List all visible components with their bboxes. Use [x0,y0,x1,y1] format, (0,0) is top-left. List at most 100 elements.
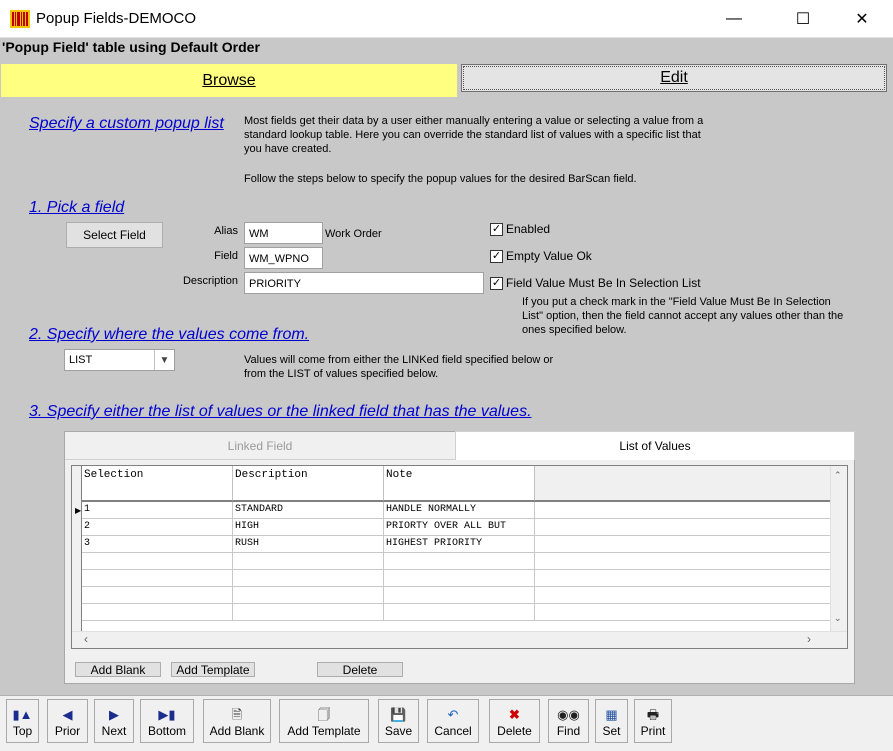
row-indicator-column: ▶ [72,466,82,632]
next-label: Next [101,724,127,738]
table-row[interactable] [82,553,831,570]
vertical-scrollbar[interactable]: ⌃ ⌄ [830,466,847,632]
print-button[interactable]: 🖶 Print [634,699,672,743]
add-blank-label: Add Blank [209,724,265,738]
template-icon: 🗍 [317,707,331,722]
tab-browse[interactable]: Browse [1,64,457,97]
cell-selection[interactable]: 3 [82,536,233,553]
must-be-in-list-label: Field Value Must Be In Selection List [506,276,701,290]
table-row[interactable]: 3 RUSH HIGHEST PRIORITY [82,536,831,553]
undo-icon: ↶ [447,707,459,722]
maximize-icon[interactable]: ☐ [780,0,826,38]
find-button[interactable]: ◉◉ Find [548,699,589,743]
window-title: Popup Fields-DEMOCO [36,10,197,27]
select-field-button[interactable]: Select Field [66,222,163,248]
delete-label: Delete [497,724,532,738]
set-filter-icon: ▦ [605,707,618,722]
values-tab-container: Linked Field List of Values ▶ Selection … [64,431,855,684]
last-record-icon: ▶▮ [158,707,176,722]
values-source-value: LIST [69,354,93,366]
field-label: Field [214,250,238,262]
table-row[interactable]: 2 HIGH PRIORTY OVER ALL BUT [82,519,831,536]
cell-description[interactable]: HIGH [233,519,384,536]
next-record-icon: ▶ [109,707,119,722]
set-label: Set [602,724,621,738]
print-label: Print [640,724,666,738]
column-header-selection[interactable]: Selection [82,466,233,501]
print-icon: 🖶 [646,707,660,722]
field-field[interactable]: WM_WPNO [244,247,323,269]
minimize-icon[interactable]: — [711,0,757,38]
description-field[interactable]: PRIORITY [244,272,484,294]
values-grid[interactable]: ▶ Selection Description Note 1 STANDARD … [71,465,848,649]
cell-note[interactable]: PRIORTY OVER ALL BUT [384,519,535,536]
prior-label: Prior [54,724,81,738]
cell-description[interactable]: RUSH [233,536,384,553]
intro-steps-text: Follow the steps below to specify the po… [244,173,637,185]
cell-note[interactable]: HIGHEST PRIORITY [384,536,535,553]
scroll-down-icon[interactable]: ⌄ [834,613,842,624]
must-be-in-list-note: If you put a check mark in the "Field Va… [522,296,844,336]
pick-field-link[interactable]: 1. Pick a field [29,199,124,217]
alias-description: Work Order [325,228,382,240]
save-button[interactable]: 💾 Save [378,699,419,743]
scroll-up-icon[interactable]: ⌃ [834,470,842,481]
cancel-label: Cancel [434,724,472,738]
save-label: Save [384,724,413,738]
values-source-link[interactable]: 2. Specify where the values come from. [29,326,309,344]
enabled-checkbox[interactable]: ✓ [490,223,503,236]
chevron-down-icon[interactable]: ▼ [154,350,174,370]
intro-text: Most fields get their data by a user eit… [244,115,704,155]
scroll-left-icon[interactable]: ‹ [84,632,88,646]
top-button[interactable]: ▮▲ Top [6,699,39,743]
horizontal-scrollbar[interactable]: ‹ › [72,631,847,648]
tab-list-of-values[interactable]: List of Values [455,431,855,460]
grid-add-blank-button[interactable]: Add Blank [75,662,161,677]
description-label: Description [182,275,238,287]
add-template-label: Add Template [287,724,361,738]
empty-ok-label: Empty Value Ok [506,249,592,263]
tab-linked-field[interactable]: Linked Field [65,432,455,460]
grid-add-template-button[interactable]: Add Template [171,662,255,677]
specify-popup-link[interactable]: Specify a custom popup list [29,115,224,133]
prior-record-icon: ◀ [62,707,73,722]
list-or-link-link[interactable]: 3. Specify either the list of values or … [29,403,532,421]
set-button[interactable]: ▦ Set [595,699,628,743]
alias-label: Alias [214,225,238,237]
header-filler [535,466,831,501]
cell-selection[interactable]: 2 [82,519,233,536]
tab-edit[interactable]: Edit [461,64,887,92]
cell-selection[interactable]: 1 [82,502,233,519]
cell-note[interactable]: HANDLE NORMALLY [384,502,535,519]
delete-button[interactable]: ✖ Delete [489,699,540,743]
table-row[interactable] [82,587,831,604]
title-bar: Popup Fields-DEMOCO — ☐ ✕ [0,0,893,38]
add-blank-button[interactable]: 🗎 Add Blank [203,699,271,743]
floppy-disk-icon: 💾 [390,707,407,722]
values-source-note: Values will come from either the LINKed … [244,354,554,380]
close-icon[interactable]: ✕ [839,0,885,38]
cancel-button[interactable]: ↶ Cancel [427,699,479,743]
table-row[interactable]: 1 STANDARD HANDLE NORMALLY [82,502,831,519]
find-label: Find [556,724,581,738]
app-icon [10,10,30,28]
grid-delete-button[interactable]: Delete [317,662,403,677]
values-source-select[interactable]: LIST ▼ [64,349,175,371]
prior-button[interactable]: ◀ Prior [47,699,88,743]
table-row[interactable] [82,570,831,587]
first-record-icon: ▮▲ [12,707,33,722]
alias-field[interactable]: WM [244,222,323,244]
empty-ok-checkbox[interactable]: ✓ [490,250,503,263]
must-be-in-list-checkbox[interactable]: ✓ [490,277,503,290]
column-header-note[interactable]: Note [384,466,535,501]
next-button[interactable]: ▶ Next [94,699,134,743]
column-header-description[interactable]: Description [233,466,384,501]
bottom-toolbar: ▮▲ Top ◀ Prior ▶ Next ▶▮ Bottom 🗎 Add Bl… [0,695,893,751]
blank-page-icon: 🗎 [231,707,243,722]
table-row[interactable] [82,604,831,621]
cell-description[interactable]: STANDARD [233,502,384,519]
bottom-button[interactable]: ▶▮ Bottom [140,699,194,743]
enabled-label: Enabled [506,222,551,236]
add-template-button[interactable]: 🗍 Add Template [279,699,369,743]
scroll-right-icon[interactable]: › [807,632,811,646]
